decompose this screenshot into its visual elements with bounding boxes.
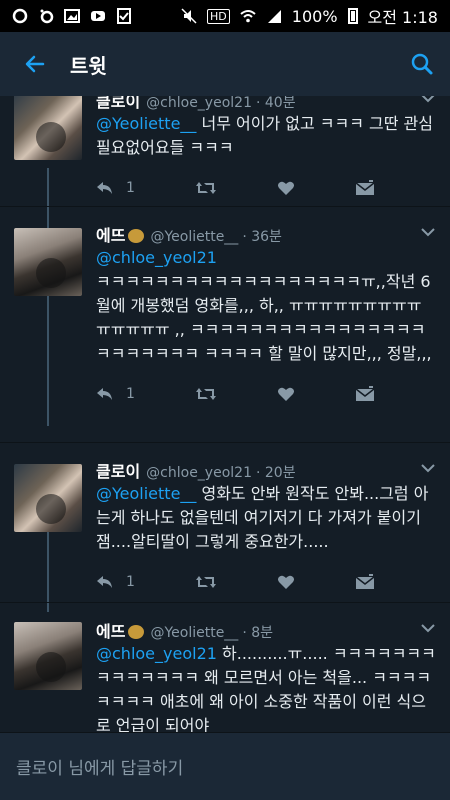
avatar[interactable]	[14, 464, 82, 532]
author-name[interactable]: 에뜨	[96, 618, 125, 642]
mention-link[interactable]: @Yeoliette__	[96, 114, 196, 133]
like-button[interactable]	[277, 386, 295, 402]
tweet-text: @chloe_yeol21 하..........ㅠ..... ㅋㅋㅋㅋㅋㅋㅋㅋ…	[96, 644, 436, 732]
status-bar: HD 100% 오전 1:18	[0, 0, 450, 32]
tweet-item[interactable]: 클로이 @chloe_yeol21 · 40분 @Yeoliette__ 너무 …	[0, 96, 450, 206]
app-notification-icon-2	[38, 8, 54, 24]
check-icon	[116, 8, 132, 24]
retweet-button[interactable]	[195, 574, 217, 590]
wifi-icon	[240, 8, 256, 24]
tweet-time: · 36분	[242, 229, 282, 245]
reply-icon	[97, 388, 112, 400]
app-bar: 트윗	[0, 32, 450, 96]
search-button[interactable]	[394, 32, 450, 96]
tweet-item[interactable]: 에뜨 @Yeoliette__ · 8분 @chloe_yeol21 하....…	[0, 618, 450, 732]
tweet-item[interactable]: 클로이 @chloe_yeol21 · 20분 @Yeoliette__ 영화도…	[0, 458, 450, 608]
app-notification-icon	[12, 8, 28, 24]
back-button[interactable]	[0, 32, 70, 96]
youtube-icon	[90, 8, 106, 24]
divider	[0, 602, 450, 603]
gallery-icon	[64, 8, 80, 24]
like-button[interactable]	[277, 180, 295, 196]
mention-link[interactable]: @Yeoliette__	[96, 484, 196, 503]
author-handle: @chloe_yeol21	[146, 465, 252, 481]
reply-composer[interactable]: 클로이 님에게 답글하기	[0, 732, 450, 800]
page-title: 트윗	[70, 53, 107, 78]
chevron-down-icon[interactable]	[420, 622, 436, 634]
heart-icon	[277, 181, 294, 195]
author-name[interactable]: 에뜨	[96, 222, 125, 246]
author-handle: @chloe_yeol21	[146, 96, 252, 111]
reply-input-placeholder[interactable]: 클로이 님에게 답글하기	[16, 754, 183, 779]
direct-message-button[interactable]	[355, 386, 375, 402]
tweet-actions: 1	[96, 380, 436, 408]
envelope-icon	[355, 574, 375, 589]
tweet-item[interactable]: 에뜨 @Yeoliette__ · 36분 @chloe_yeol21 ㅋㅋㅋㅋㅋ…	[0, 222, 450, 442]
divider	[0, 206, 450, 207]
chevron-down-icon[interactable]	[420, 462, 436, 474]
hd-voice-badge: HD	[207, 8, 230, 24]
retweet-icon	[195, 182, 216, 194]
author-handle: @Yeoliette__	[150, 229, 239, 245]
tweet-time: · 40분	[255, 96, 296, 111]
reply-icon	[97, 182, 112, 194]
retweet-icon	[195, 388, 216, 400]
mention-link[interactable]: @chloe_yeol21	[96, 644, 217, 663]
divider	[0, 442, 450, 443]
battery-percent: 100%	[291, 6, 338, 26]
clock: 오전 1:18	[367, 8, 438, 27]
dog-emoji-icon	[128, 625, 145, 639]
tweet-actions: 1	[96, 568, 436, 596]
signal-icon	[266, 8, 282, 24]
tweet-actions: 1	[96, 174, 436, 202]
heart-icon	[277, 575, 294, 589]
reply-count: 1	[126, 386, 135, 402]
reply-count: 1	[126, 574, 135, 590]
author-handle: @Yeoliette__	[150, 625, 239, 641]
author-name[interactable]: 클로이	[96, 458, 140, 482]
retweet-button[interactable]	[195, 180, 217, 196]
tweet-text: @Yeoliette__ 너무 어이가 없고 ㅋㅋㅋ 그딴 관심 필요없어요들 …	[96, 114, 434, 157]
search-icon	[411, 53, 433, 75]
battery-icon	[347, 8, 358, 24]
tweet-thread: 클로이 @chloe_yeol21 · 40분 @Yeoliette__ 너무 …	[0, 96, 450, 732]
reply-button[interactable]: 1	[96, 574, 135, 590]
arrow-left-icon	[25, 55, 45, 73]
reply-count: 1	[126, 180, 135, 196]
dog-emoji-icon	[128, 229, 145, 243]
mute-icon	[181, 8, 197, 24]
retweet-icon	[195, 576, 216, 588]
avatar[interactable]	[14, 622, 82, 690]
reply-icon	[97, 576, 112, 588]
author-name[interactable]: 클로이	[96, 96, 140, 112]
direct-message-button[interactable]	[355, 574, 375, 590]
envelope-icon	[355, 180, 375, 195]
tweet-time: · 8분	[242, 625, 274, 641]
reply-button[interactable]: 1	[96, 386, 135, 402]
heart-icon	[277, 387, 294, 401]
envelope-icon	[355, 386, 375, 401]
avatar[interactable]	[14, 96, 82, 160]
chevron-down-icon[interactable]	[420, 226, 436, 238]
mention-link[interactable]: @chloe_yeol21	[96, 246, 436, 270]
tweet-text: @chloe_yeol21 ㅋㅋㅋㅋㅋㅋㅋㅋㅋㅋㅋㅋㅋㅋㅋㅋㅋㅋㅠ,,작년 6월에…	[96, 246, 436, 366]
retweet-button[interactable]	[195, 386, 217, 402]
chevron-down-icon[interactable]	[420, 96, 436, 104]
direct-message-button[interactable]	[355, 180, 375, 196]
reply-button[interactable]: 1	[96, 180, 135, 196]
tweet-text: @Yeoliette__ 영화도 안봐 원작도 안봐...그럼 아는게 하나도 …	[96, 484, 429, 551]
tweet-time: · 20분	[255, 465, 296, 481]
avatar[interactable]	[14, 228, 82, 296]
like-button[interactable]	[277, 574, 295, 590]
